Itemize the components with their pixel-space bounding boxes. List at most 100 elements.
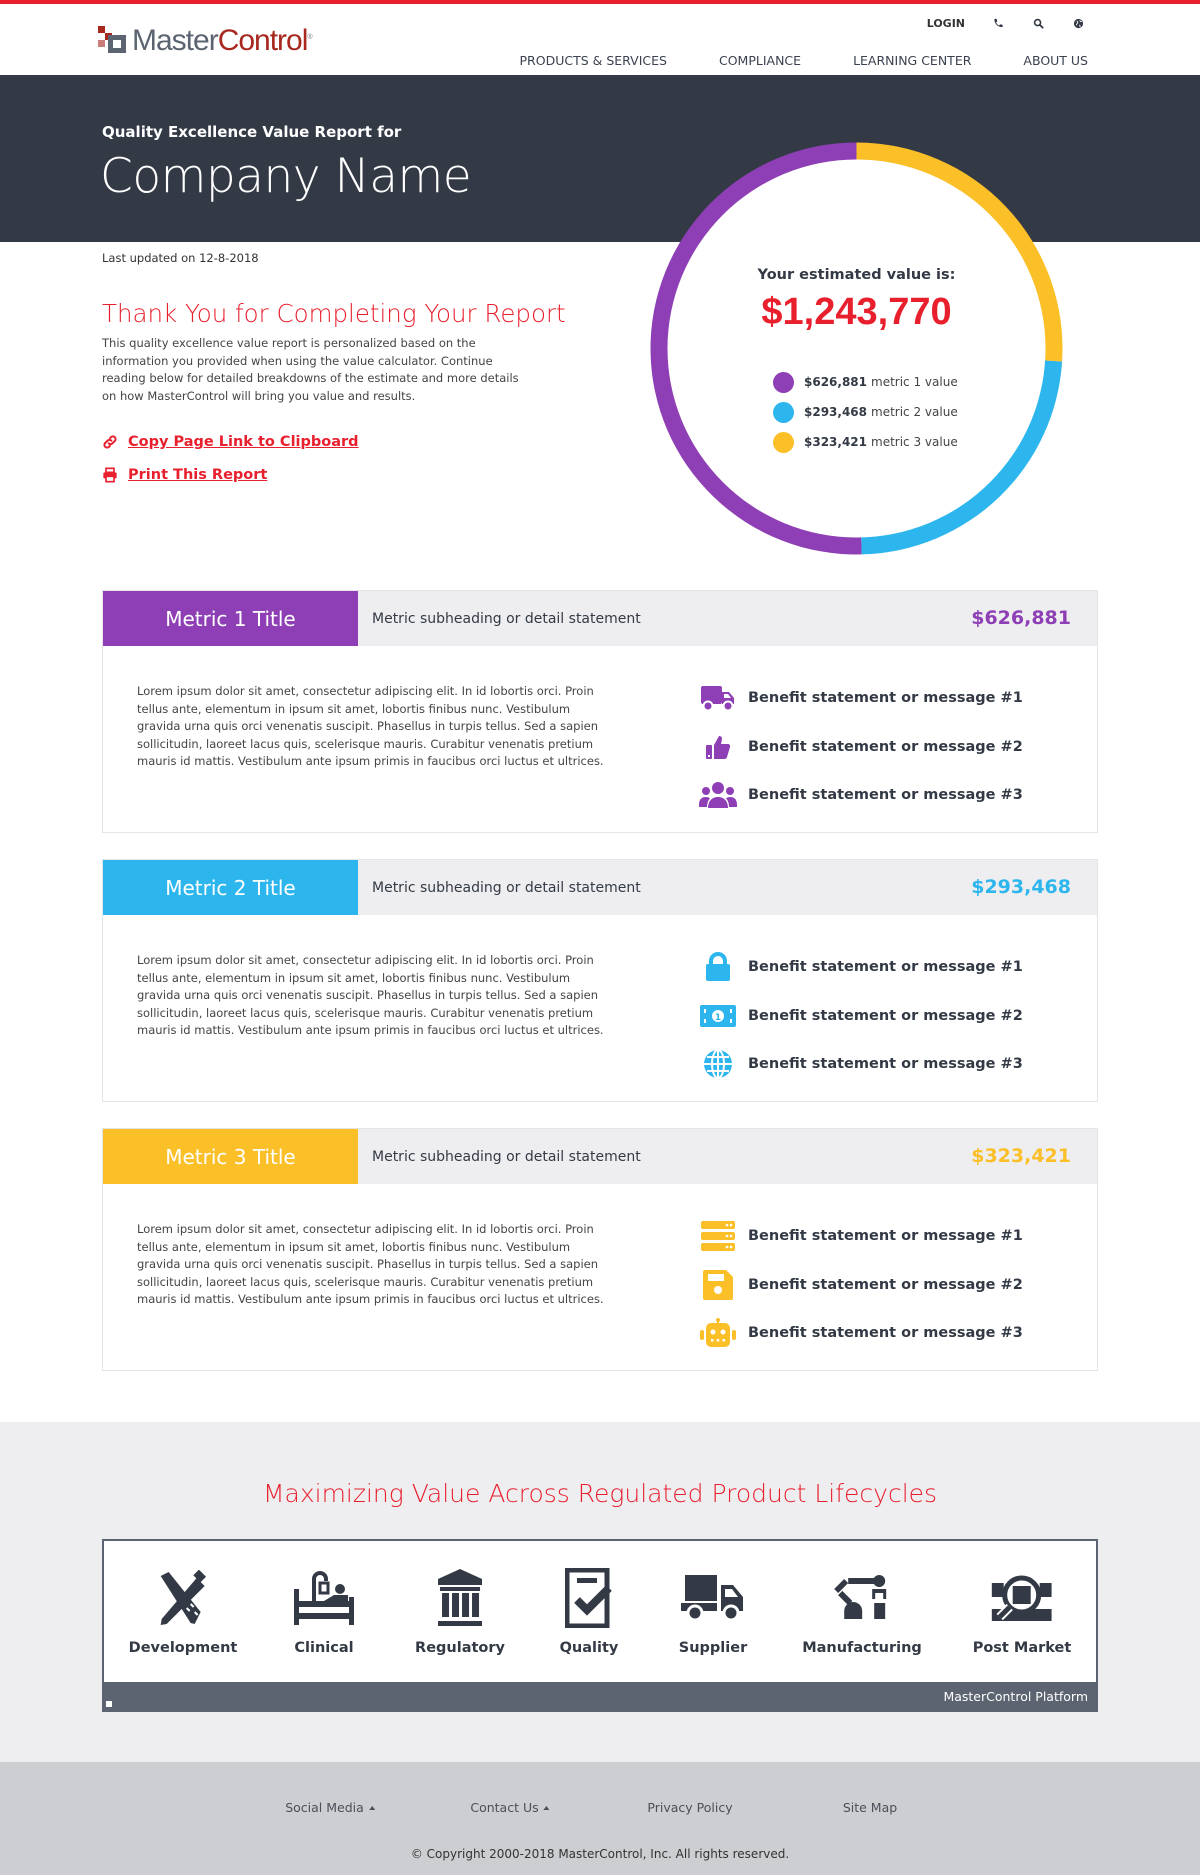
legend-dot-yellow bbox=[773, 431, 794, 453]
globe-icon bbox=[698, 1048, 738, 1080]
footer-link-label: Site Map bbox=[842, 1800, 898, 1815]
svg-text:1: 1 bbox=[715, 1013, 721, 1023]
lifecycle-label: Regulatory bbox=[415, 1640, 505, 1656]
phone-icon[interactable] bbox=[991, 16, 1005, 30]
benefit-item: 1 Benefit statement or message #2 bbox=[698, 992, 1023, 1041]
lifecycle-section: Maximizing Value Across Regulated Produc… bbox=[0, 1422, 1200, 1762]
lifecycle-item-quality[interactable]: Quality bbox=[554, 1566, 624, 1656]
platform-marker bbox=[106, 1701, 112, 1707]
nav-learning-center[interactable]: LEARNING CENTER bbox=[853, 53, 971, 68]
print-label: Print This Report bbox=[128, 467, 268, 483]
intro-text: This quality excellence value report is … bbox=[102, 336, 519, 403]
benefit-list: Benefit statement or message #1 1 Benefi… bbox=[698, 943, 1023, 1089]
hospital-bed-icon bbox=[289, 1566, 359, 1630]
site-footer: Social Media Contact Us Privacy Policy S… bbox=[0, 1762, 1200, 1875]
lifecycle-label: Development bbox=[128, 1640, 238, 1656]
donut-center: Your estimated value is: $1,243,770 $626… bbox=[650, 142, 1063, 555]
benefit-item: Benefit statement or message #3 bbox=[698, 1040, 1023, 1089]
metric-card-header: Metric 1 Title Metric subheading or deta… bbox=[103, 591, 1097, 646]
legend-item-metric-1: $626,881 metric 1 value bbox=[773, 367, 958, 397]
lifecycle-item-supplier[interactable]: Supplier bbox=[678, 1566, 748, 1656]
government-building-icon bbox=[425, 1566, 495, 1630]
nav-products-services[interactable]: PRODUCTS & SERVICES bbox=[520, 53, 667, 68]
metric-card-body: Lorem ipsum dolor sit amet, consectetur … bbox=[103, 646, 1097, 832]
lifecycle-item-post-market[interactable]: Post Market bbox=[972, 1566, 1072, 1656]
lifecycle-label: Quality bbox=[559, 1640, 619, 1656]
lifecycle-item-regulatory[interactable]: Regulatory bbox=[415, 1566, 505, 1656]
logo-part-control: Control bbox=[217, 24, 309, 57]
logo-wordmark: MasterControl® bbox=[132, 24, 313, 58]
footer-link-site-map[interactable]: Site Map bbox=[843, 1800, 897, 1815]
lifecycle-item-manufacturing[interactable]: Manufacturing bbox=[802, 1566, 922, 1656]
thank-you-heading: Thank You for Completing Your Report bbox=[102, 299, 566, 328]
nav-compliance[interactable]: COMPLIANCE bbox=[719, 53, 801, 68]
money-bill-icon: 1 bbox=[698, 1000, 738, 1032]
metric-subheading: Metric subheading or detail statement bbox=[372, 1148, 641, 1165]
legend-label: metric 2 value bbox=[871, 405, 958, 419]
globe-icon[interactable] bbox=[1071, 16, 1085, 30]
metric-card-body: Lorem ipsum dolor sit amet, consectetur … bbox=[103, 915, 1097, 1101]
lock-icon bbox=[698, 951, 738, 983]
lifecycle-item-development[interactable]: Development bbox=[128, 1566, 238, 1656]
mastercontrol-logo[interactable]: MasterControl® bbox=[98, 24, 313, 58]
metric-card-1: Metric 1 Title Metric subheading or deta… bbox=[102, 590, 1098, 833]
metric-title: Metric 1 Title bbox=[103, 591, 358, 646]
site-header: MasterControl® LOGIN PRODUCTS & SERVICES… bbox=[0, 4, 1200, 75]
login-link[interactable]: LOGIN bbox=[927, 17, 965, 30]
footer-link-label: Privacy Policy bbox=[647, 1800, 733, 1815]
lifecycle-label: Post Market bbox=[972, 1640, 1072, 1656]
benefit-text: Benefit statement or message #1 bbox=[748, 1228, 1023, 1245]
footer-link-privacy-policy[interactable]: Privacy Policy bbox=[647, 1800, 732, 1815]
benefit-item: Benefit statement or message #2 bbox=[698, 1261, 1023, 1310]
lifecycle-diagram: Development Clinical Regulatory Quality … bbox=[102, 1539, 1098, 1682]
server-icon bbox=[698, 1220, 738, 1252]
benefit-text: Benefit statement or message #2 bbox=[748, 1276, 1023, 1293]
estimated-value-total: $1,243,770 bbox=[761, 291, 952, 333]
metric-value: $293,468 bbox=[971, 876, 1071, 898]
metric-card-3: Metric 3 Title Metric subheading or deta… bbox=[102, 1128, 1098, 1371]
footer-link-label: Social Media bbox=[285, 1800, 364, 1815]
copy-link-button[interactable]: Copy Page Link to Clipboard bbox=[102, 434, 359, 450]
legend-label: metric 3 value bbox=[871, 435, 958, 449]
benefit-text: Benefit statement or message #3 bbox=[748, 787, 1023, 804]
footer-link-social-media[interactable]: Social Media bbox=[285, 1800, 375, 1815]
truck-icon bbox=[698, 682, 738, 714]
link-icon bbox=[103, 435, 117, 449]
logo-trademark: ® bbox=[307, 34, 312, 41]
value-donut-chart: Your estimated value is: $1,243,770 $626… bbox=[650, 142, 1063, 555]
legend-value: $323,421 bbox=[804, 435, 868, 449]
benefit-text: Benefit statement or message #3 bbox=[748, 1056, 1023, 1073]
metric-subheading: Metric subheading or detail statement bbox=[372, 879, 641, 896]
benefit-item: Benefit statement or message #1 bbox=[698, 943, 1023, 992]
lifecycle-item-clinical[interactable]: Clinical bbox=[289, 1566, 359, 1656]
metric-card-body: Lorem ipsum dolor sit amet, consectetur … bbox=[103, 1184, 1097, 1370]
metric-subheading: Metric subheading or detail statement bbox=[372, 610, 641, 627]
footer-link-contact-us[interactable]: Contact Us bbox=[470, 1800, 550, 1815]
metric-value: $323,421 bbox=[971, 1145, 1071, 1167]
platform-bar: MasterControl Platform bbox=[102, 1682, 1098, 1712]
caret-up-icon bbox=[368, 1806, 375, 1810]
logo-mark-icon bbox=[98, 26, 128, 56]
print-report-button[interactable]: Print This Report bbox=[102, 467, 267, 483]
legend-value: $293,468 bbox=[804, 405, 868, 419]
nav-about-us[interactable]: ABOUT US bbox=[1023, 53, 1088, 68]
benefit-item: Benefit statement or message #1 bbox=[698, 674, 1023, 723]
metric-description: Lorem ipsum dolor sit amet, consectetur … bbox=[137, 684, 604, 768]
truck-icon bbox=[678, 1566, 748, 1630]
benefit-item: Benefit statement or message #2 bbox=[698, 723, 1023, 772]
legend-dot-blue bbox=[773, 401, 794, 423]
search-icon[interactable] bbox=[1031, 16, 1045, 30]
users-icon bbox=[698, 779, 738, 811]
print-icon bbox=[103, 467, 117, 483]
metric-card-2: Metric 2 Title Metric subheading or deta… bbox=[102, 859, 1098, 1102]
caret-up-icon bbox=[543, 1806, 550, 1810]
floppy-disk-icon bbox=[698, 1269, 738, 1301]
last-updated: Last updated on 12-8-2018 bbox=[102, 251, 259, 265]
pencil-ruler-icon bbox=[148, 1566, 218, 1630]
magnifier-box-icon bbox=[987, 1566, 1057, 1630]
benefit-text: Benefit statement or message #2 bbox=[748, 738, 1023, 755]
legend-value: $626,881 bbox=[804, 375, 868, 389]
benefit-list: Benefit statement or message #1 Benefit … bbox=[698, 1212, 1023, 1358]
metric-value: $626,881 bbox=[971, 607, 1071, 629]
lifecycle-label: Supplier bbox=[678, 1640, 748, 1656]
